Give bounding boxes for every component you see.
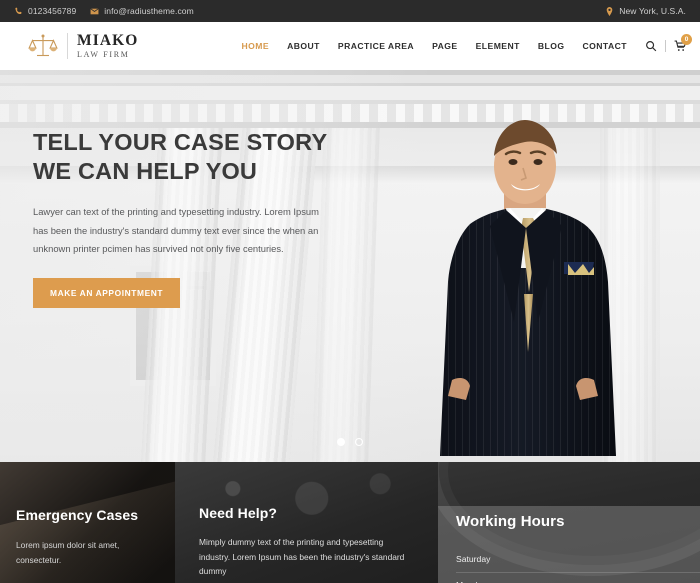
lawyer-photo bbox=[378, 112, 688, 462]
make-an-appointment-button[interactable]: MAKE AN APPOINTMENT bbox=[33, 278, 181, 309]
nav-item-element[interactable]: ELEMENT bbox=[467, 41, 529, 51]
phone-text: 0123456789 bbox=[28, 6, 77, 16]
nav-item-page[interactable]: PAGE bbox=[423, 41, 467, 51]
nav-item-contact[interactable]: CONTACT bbox=[573, 41, 636, 51]
logo-text: MIAKO LAW FIRM bbox=[77, 33, 138, 59]
working-hours-row: Saturday 10.0 bbox=[456, 547, 700, 573]
cart-count-badge: 0 bbox=[681, 34, 692, 45]
phone-icon bbox=[14, 7, 23, 16]
location-text: New York, U.S.A. bbox=[619, 6, 686, 16]
hero-paragraph: Lawyer can text of the printing and type… bbox=[33, 206, 319, 254]
logo-name: MIAKO bbox=[77, 32, 139, 50]
slider-pagination bbox=[0, 438, 700, 446]
nav-divider bbox=[665, 40, 666, 52]
email-text: info@radiustheme.com bbox=[104, 6, 194, 16]
top-bar: 0123456789 info@radiustheme.com New York… bbox=[0, 0, 700, 22]
working-hours-title: Working Hours bbox=[456, 513, 565, 530]
header-tools: 0 bbox=[636, 34, 692, 52]
envelope-icon bbox=[90, 7, 99, 16]
nav-item-blog[interactable]: BLOG bbox=[529, 41, 574, 51]
page-root: 0123456789 info@radiustheme.com New York… bbox=[0, 0, 700, 583]
emergency-text: Lorem ipsum dolor sit amet, consectetur. bbox=[16, 540, 120, 565]
info-panels: Emergency Cases Lorem ipsum dolor sit am… bbox=[0, 462, 700, 583]
slider-dot-2[interactable] bbox=[355, 438, 363, 446]
phone-contact[interactable]: 0123456789 bbox=[14, 6, 76, 16]
hero-title-line-2: WE CAN HELP YOU bbox=[33, 157, 258, 184]
nav-item-home[interactable]: HOME bbox=[232, 41, 278, 51]
top-bar-location: New York, U.S.A. bbox=[605, 6, 686, 16]
panel-emergency-cases[interactable]: Emergency Cases Lorem ipsum dolor sit am… bbox=[0, 462, 175, 583]
hero-title: TELL YOUR CASE STORY WE CAN HELP YOU bbox=[33, 128, 333, 185]
map-pin-icon bbox=[605, 6, 614, 16]
nav-item-about[interactable]: ABOUT bbox=[278, 41, 329, 51]
search-icon[interactable] bbox=[645, 40, 657, 52]
email-contact[interactable]: info@radiustheme.com bbox=[90, 6, 194, 16]
emergency-title: Emergency Cases bbox=[16, 507, 139, 523]
need-help-text: Mimply dummy text of the printing and ty… bbox=[199, 537, 405, 577]
hero-slider: TELL YOUR CASE STORY WE CAN HELP YOU Law… bbox=[0, 70, 700, 462]
slider-dot-1[interactable] bbox=[337, 438, 345, 446]
need-help-title: Need Help? bbox=[199, 505, 278, 521]
hero-title-line-1: TELL YOUR CASE STORY bbox=[33, 129, 328, 155]
hero-content: TELL YOUR CASE STORY WE CAN HELP YOU Law… bbox=[33, 128, 333, 309]
nav-item-practice-area[interactable]: PRACTICE AREA bbox=[329, 41, 423, 51]
site-header: MIAKO LAW FIRM HOME ABOUT PRACTICE AREA … bbox=[0, 22, 700, 70]
site-logo[interactable]: MIAKO LAW FIRM bbox=[28, 33, 138, 59]
panel-need-help[interactable]: Need Help? Mimply dummy text of the prin… bbox=[175, 462, 438, 583]
working-hours-list: Saturday 10.0 Monday 10.0 bbox=[456, 547, 700, 583]
main-navigation: HOME ABOUT PRACTICE AREA PAGE ELEMENT BL… bbox=[232, 34, 692, 52]
working-hours-row: Monday 10.0 bbox=[456, 573, 700, 583]
shopping-cart-icon[interactable]: 0 bbox=[674, 34, 692, 52]
panel-working-hours[interactable]: Working Hours Saturday 10.0 Monday 10.0 bbox=[438, 462, 700, 583]
logo-divider bbox=[67, 33, 68, 59]
scales-of-justice-icon bbox=[28, 33, 58, 59]
working-hours-day: Saturday bbox=[456, 554, 491, 564]
logo-subtitle: LAW FIRM bbox=[77, 49, 130, 59]
top-bar-contacts: 0123456789 info@radiustheme.com bbox=[14, 6, 194, 16]
